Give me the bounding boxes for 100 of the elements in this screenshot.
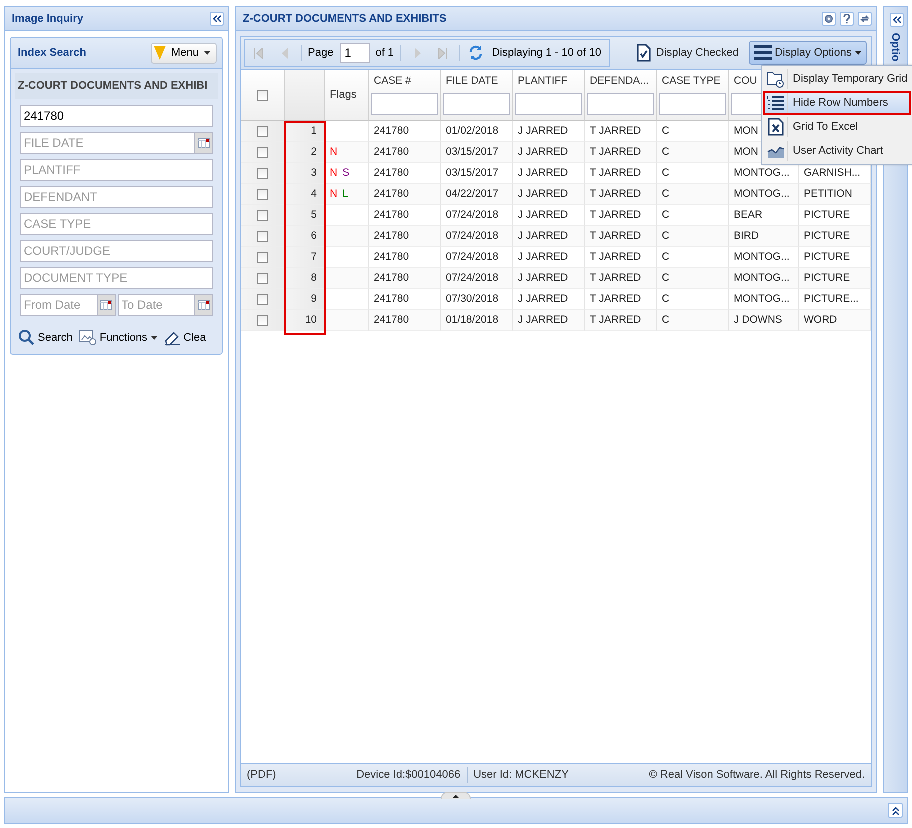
select-all-checkbox[interactable] bbox=[257, 90, 268, 100]
calendar-icon bbox=[198, 138, 210, 148]
date-field[interactable]: To Date bbox=[118, 294, 195, 316]
column-header[interactable]: CASE TYPE bbox=[657, 70, 729, 121]
calendar-button[interactable] bbox=[98, 294, 116, 316]
text-field[interactable]: CASE TYPE bbox=[20, 213, 213, 235]
table-cell bbox=[325, 310, 369, 331]
search-icon bbox=[18, 329, 35, 346]
collapse-tab[interactable] bbox=[441, 792, 471, 799]
table-cell: 241780 bbox=[369, 184, 441, 205]
menu-item[interactable]: Display Temporary Grid bbox=[763, 67, 911, 91]
table-cell: C bbox=[657, 310, 729, 331]
table-cell: 241780 bbox=[369, 226, 441, 247]
panel-title: Optio bbox=[890, 33, 902, 62]
text-field[interactable]: PLANTIFF bbox=[20, 159, 213, 181]
column-header: Flags bbox=[325, 70, 369, 121]
table-cell: C bbox=[657, 142, 729, 163]
row-number: 3 bbox=[285, 163, 325, 184]
header-label: DEFENDA... bbox=[589, 75, 649, 87]
table-cell: T JARRED bbox=[585, 268, 657, 289]
settings-button[interactable] bbox=[822, 12, 836, 26]
row-checkbox[interactable] bbox=[257, 188, 268, 200]
row-checkbox[interactable] bbox=[257, 252, 268, 262]
table-cell: MONTOG... bbox=[729, 184, 799, 205]
panel-title: Z-COURT DOCUMENTS AND EXHIBITS bbox=[243, 12, 448, 24]
previous-icon bbox=[282, 48, 288, 58]
page-field[interactable]: 1 bbox=[340, 43, 370, 63]
swap-arrows-icon bbox=[860, 14, 870, 24]
double-chevron-icon bbox=[212, 14, 222, 22]
numbered-list-icon bbox=[767, 94, 785, 112]
caret-icon bbox=[150, 336, 158, 340]
expand-button[interactable] bbox=[888, 803, 903, 818]
row-number: 8 bbox=[285, 268, 325, 289]
row-checkbox[interactable] bbox=[257, 126, 268, 136]
display-checked-button[interactable]: Display Checked bbox=[633, 41, 743, 65]
help-button[interactable] bbox=[840, 12, 854, 26]
column-header[interactable]: PLANTIFF bbox=[513, 70, 585, 121]
status-text: User Id: MCKENZY bbox=[474, 769, 569, 781]
clear-button[interactable]: Clea bbox=[164, 329, 206, 346]
row-number: 7 bbox=[285, 247, 325, 268]
column-header[interactable]: CASE # bbox=[369, 70, 441, 121]
row-checkbox[interactable] bbox=[257, 294, 268, 304]
card-title: Index Search bbox=[18, 47, 86, 59]
column-header[interactable]: FILE DATE bbox=[441, 70, 513, 121]
table-cell: 241780 bbox=[369, 142, 441, 163]
flag-label: N bbox=[330, 167, 338, 179]
table-cell: PICTURE bbox=[799, 268, 871, 289]
table-cell: PICTURE bbox=[799, 226, 871, 247]
text-field[interactable]: COURT/JUDGE bbox=[20, 240, 213, 262]
page-label: Page bbox=[308, 47, 334, 59]
row-number: 2 bbox=[285, 142, 325, 163]
status-text: © Real Vison Software. All Rights Reserved. bbox=[649, 769, 865, 781]
date-field[interactable]: FILE DATE bbox=[20, 132, 195, 154]
table-cell: 07/24/2018 bbox=[441, 268, 513, 289]
text-field[interactable]: 241780 bbox=[20, 105, 213, 127]
row-checkbox[interactable] bbox=[257, 230, 268, 242]
swap-button[interactable] bbox=[858, 12, 872, 26]
caret-icon bbox=[855, 51, 862, 55]
row-checkbox[interactable] bbox=[257, 146, 268, 158]
header-label: CASE # bbox=[373, 75, 412, 87]
table-cell: J JARRED bbox=[513, 142, 585, 163]
row-checkbox[interactable] bbox=[257, 210, 268, 220]
row-checkbox[interactable] bbox=[257, 168, 268, 178]
menu-item[interactable]: Hide Row Numbers bbox=[763, 91, 911, 115]
table-cell: MONTOG... bbox=[729, 268, 799, 289]
double-chevron-icon bbox=[892, 806, 900, 816]
table-cell: WORD bbox=[799, 310, 871, 331]
functions-button[interactable]: Functions bbox=[78, 329, 158, 346]
collapse-button[interactable] bbox=[210, 12, 224, 26]
table-cell: T JARRED bbox=[585, 184, 657, 205]
search-button[interactable]: Search bbox=[18, 329, 73, 346]
text-field[interactable]: DEFENDANT bbox=[20, 186, 213, 208]
first-page-icon bbox=[254, 48, 264, 58]
menu-button[interactable]: Menu bbox=[151, 42, 217, 64]
section-title: Z-COURT DOCUMENTS AND EXHIBI bbox=[15, 73, 218, 99]
filter-field[interactable] bbox=[515, 93, 582, 115]
date-field[interactable]: From Date bbox=[20, 294, 98, 316]
calendar-button[interactable] bbox=[195, 132, 213, 154]
display-options-button[interactable]: Display Options bbox=[748, 41, 867, 65]
expand-button[interactable] bbox=[890, 13, 904, 27]
filter-field[interactable] bbox=[659, 93, 726, 115]
table-cell: 04/22/2017 bbox=[441, 184, 513, 205]
row-number: 5 bbox=[285, 205, 325, 226]
column-header[interactable]: DEFENDA... bbox=[585, 70, 657, 121]
checked-document-icon bbox=[637, 44, 652, 62]
double-chevron-icon bbox=[892, 16, 902, 24]
filter-field[interactable] bbox=[443, 93, 510, 115]
row-checkbox[interactable] bbox=[257, 272, 268, 284]
text-field[interactable]: DOCUMENT TYPE bbox=[20, 267, 213, 289]
calendar-button[interactable] bbox=[195, 294, 213, 316]
table-cell: 241780 bbox=[369, 310, 441, 331]
table-cell: T JARRED bbox=[585, 226, 657, 247]
flag-label: S bbox=[342, 167, 350, 179]
table-cell: 241780 bbox=[369, 268, 441, 289]
flag-label: N bbox=[330, 146, 338, 158]
filter-field[interactable] bbox=[371, 93, 438, 115]
filter-field[interactable] bbox=[587, 93, 654, 115]
table-cell: T JARRED bbox=[585, 142, 657, 163]
row-checkbox[interactable] bbox=[257, 314, 268, 326]
image-gear-icon bbox=[78, 330, 97, 346]
